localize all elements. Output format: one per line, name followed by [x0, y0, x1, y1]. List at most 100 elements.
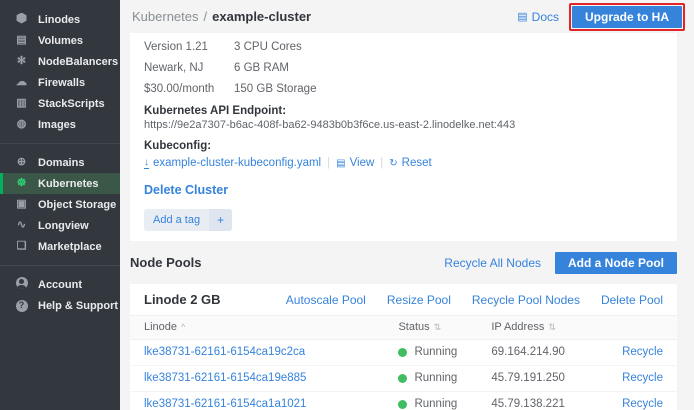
spec-row: Newark, NJ 6 GB RAM [144, 62, 663, 75]
sidebar-item-help-support[interactable]: ? Help & Support [0, 295, 120, 316]
node-link[interactable]: lke38731-62161-6154ca19c2ca [144, 346, 305, 358]
domains-globe-icon: ⊕ [14, 157, 29, 168]
sidebar-item-label: NodeBalancers [38, 56, 118, 68]
sidebar-item-longview[interactable]: ∿ Longview [0, 215, 120, 236]
recycle-node-link[interactable]: Recycle [622, 372, 663, 384]
breadcrumb: Kubernetes / example-cluster [132, 9, 311, 24]
sidebar-item-firewalls[interactable]: ☁ Firewalls [0, 72, 120, 93]
autoscale-pool-link[interactable]: Autoscale Pool [286, 293, 366, 307]
cluster-cpu: 3 CPU Cores [234, 41, 302, 54]
sidebar-item-label: Marketplace [38, 241, 102, 253]
main-content: Kubernetes / example-cluster ▤ Docs Upgr… [120, 0, 694, 410]
sort-ascending-icon: ^ [181, 322, 185, 332]
cluster-ram: 6 GB RAM [234, 62, 289, 75]
api-endpoint-label: Kubernetes API Endpoint: [144, 104, 663, 118]
sidebar-item-label: Kubernetes [38, 178, 99, 190]
sort-icon: ⇅ [434, 322, 442, 332]
cluster-version: Version 1.21 [144, 41, 234, 54]
nodes-table: Linode^ Status⇅ IP Address⇅ lke38731-621… [130, 315, 677, 410]
status-running-dot [398, 374, 407, 383]
page-header: Kubernetes / example-cluster ▤ Docs Upgr… [120, 0, 694, 33]
table-row: lke38731-62161-6154ca19c2ca Running 69.1… [130, 340, 677, 366]
sidebar-item-stackscripts[interactable]: ▥ StackScripts [0, 93, 120, 114]
node-pool-card: Linode 2 GB Autoscale Pool Resize Pool R… [130, 284, 677, 410]
account-person-icon [14, 277, 29, 292]
add-node-pool-button[interactable]: Add a Node Pool [555, 252, 677, 274]
column-header-ip-address[interactable]: IP Address⇅ [477, 316, 608, 340]
separator: | [327, 156, 330, 171]
column-header-linode[interactable]: Linode^ [130, 316, 384, 340]
kubeconfig-reset-link[interactable]: ↻ Reset [389, 156, 431, 171]
spec-row: $30.00/month 150 GB Storage [144, 83, 663, 96]
recycle-all-nodes-link[interactable]: Recycle All Nodes [444, 256, 541, 270]
sidebar-item-label: Domains [38, 157, 84, 169]
sidebar-item-nodebalancers[interactable]: ✻ NodeBalancers [0, 51, 120, 72]
separator: | [380, 156, 383, 171]
download-icon: ↓ [144, 158, 149, 169]
annotation-highlight-box: Upgrade to HA [569, 3, 685, 31]
status-text: Running [414, 372, 457, 385]
status-text: Running [414, 346, 457, 359]
status-text: Running [414, 398, 457, 410]
sidebar-item-account[interactable]: Account [0, 274, 120, 295]
node-pools-title: Node Pools [130, 255, 202, 270]
column-header-status[interactable]: Status⇅ [384, 316, 477, 340]
breadcrumb-kubernetes-link[interactable]: Kubernetes [132, 9, 199, 24]
sidebar-item-label: Object Storage [38, 199, 116, 211]
node-ip: 69.164.214.90 [477, 340, 608, 366]
kubeconfig-actions: ↓ example-cluster-kubeconfig.yaml | ▤ Vi… [144, 156, 663, 171]
sidebar-item-domains[interactable]: ⊕ Domains [0, 152, 120, 173]
add-tag-chip[interactable]: Add a tag + [144, 209, 232, 231]
sort-icon: ⇅ [548, 322, 556, 332]
node-pools-header: Node Pools Recycle All Nodes Add a Node … [130, 241, 677, 284]
resize-pool-link[interactable]: Resize Pool [387, 293, 451, 307]
upgrade-to-ha-button[interactable]: Upgrade to HA [572, 6, 682, 28]
status-running-dot [398, 348, 407, 357]
kubeconfig-label: Kubeconfig: [144, 139, 663, 153]
recycle-node-link[interactable]: Recycle [622, 346, 663, 358]
sidebar-item-label: Images [38, 119, 76, 131]
sidebar-item-kubernetes[interactable]: ☸ Kubernetes [0, 173, 120, 194]
add-tag-label: Add a tag [144, 214, 209, 226]
cluster-region: Newark, NJ [144, 62, 234, 75]
sidebar: Linodes ▤ Volumes ✻ NodeBalancers ☁ Fire… [0, 0, 120, 410]
plus-icon: + [209, 209, 232, 231]
sidebar-item-images[interactable]: ◍ Images [0, 114, 120, 135]
node-link[interactable]: lke38731-62161-6154ca19e885 [144, 372, 306, 384]
nodebalancers-icon: ✻ [14, 56, 29, 67]
table-row: lke38731-62161-6154ca19e885 Running 45.7… [130, 366, 677, 392]
docs-icon: ▤ [517, 10, 527, 23]
kubeconfig-view-link[interactable]: ▤ View [336, 156, 374, 171]
images-icon: ◍ [14, 119, 29, 130]
cluster-price: $30.00/month [144, 83, 234, 96]
marketplace-bag-icon: ❑ [14, 241, 29, 252]
recycle-node-link[interactable]: Recycle [622, 398, 663, 410]
sidebar-item-label: Firewalls [38, 77, 85, 89]
kubernetes-wheel-icon: ☸ [14, 178, 29, 189]
delete-cluster-link[interactable]: Delete Cluster [144, 183, 228, 197]
node-link[interactable]: lke38731-62161-6154ca1a1021 [144, 398, 306, 410]
sidebar-item-volumes[interactable]: ▤ Volumes [0, 30, 120, 51]
sidebar-item-linodes[interactable]: Linodes [0, 9, 120, 30]
sidebar-divider [0, 265, 120, 266]
view-icon: ▤ [336, 156, 345, 171]
node-ip: 45.79.191.250 [477, 366, 608, 392]
pool-header: Linode 2 GB Autoscale Pool Resize Pool R… [130, 284, 677, 315]
sidebar-item-object-storage[interactable]: ▣ Object Storage [0, 194, 120, 215]
status-running-dot [398, 400, 407, 409]
recycle-pool-nodes-link[interactable]: Recycle Pool Nodes [472, 293, 580, 307]
kubeconfig-download-link[interactable]: ↓ example-cluster-kubeconfig.yaml [144, 156, 321, 171]
column-header-actions [608, 316, 677, 340]
docs-link[interactable]: ▤ Docs [517, 10, 559, 24]
node-ip: 45.79.138.221 [477, 392, 608, 410]
sidebar-item-marketplace[interactable]: ❑ Marketplace [0, 236, 120, 257]
breadcrumb-separator: / [204, 9, 208, 24]
sidebar-item-label: Longview [38, 220, 89, 232]
sidebar-divider [0, 143, 120, 144]
stackscripts-icon: ▥ [14, 98, 29, 109]
pool-name: Linode 2 GB [144, 292, 221, 307]
page-title: example-cluster [212, 9, 311, 24]
help-question-icon: ? [14, 300, 29, 312]
delete-pool-link[interactable]: Delete Pool [601, 293, 663, 307]
cluster-storage: 150 GB Storage [234, 83, 316, 96]
